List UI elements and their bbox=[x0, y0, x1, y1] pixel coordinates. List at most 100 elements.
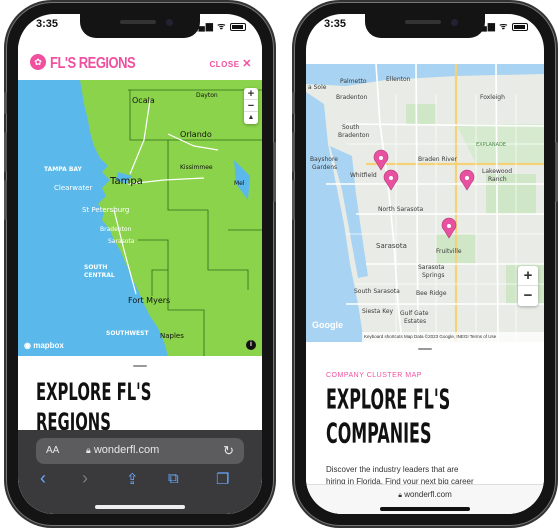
tabs-icon[interactable]: ❐ bbox=[216, 470, 229, 488]
volume-up-button bbox=[292, 132, 295, 172]
map-zoom-control: + − ▲ bbox=[244, 88, 258, 124]
map-label-fort-myers: Fort Myers bbox=[128, 296, 171, 305]
sheet-grab-handle[interactable] bbox=[418, 348, 432, 350]
volume-down-button bbox=[4, 180, 7, 220]
companies-title-line2: COMPANIES bbox=[326, 418, 432, 450]
map-label-ocala: Ocala bbox=[132, 96, 155, 105]
map-label-bayshore: Bayshore bbox=[310, 156, 338, 163]
notch bbox=[365, 14, 485, 38]
close-button[interactable]: CLOSE ✕ bbox=[209, 57, 252, 70]
description-line1: Discover the industry leaders that are bbox=[326, 465, 459, 474]
regions-title-line1: EXPLORE FL'S bbox=[36, 378, 152, 407]
regions-header: ✿ FL'S REGIONS CLOSE ✕ bbox=[18, 44, 262, 80]
map-label-bradenton: Bradenton bbox=[336, 94, 368, 101]
map-label-kissimmee: Kissimmee bbox=[180, 164, 213, 171]
zoom-in-button[interactable]: + bbox=[518, 266, 538, 286]
map-zoom-control: + − bbox=[518, 266, 538, 306]
companies-map[interactable]: Palmetto Ellenton a Sole Bradenton Foxle… bbox=[306, 64, 544, 342]
map-label-south-sarasota: South Sarasota bbox=[354, 288, 400, 295]
regions-map[interactable]: Ocala Dayton Orlando TAMPA BAY Tampa Cle… bbox=[18, 80, 262, 356]
text-size-button[interactable]: AA bbox=[46, 445, 59, 456]
lock-icon: 🔒︎ bbox=[86, 445, 91, 455]
zoom-out-button[interactable]: − bbox=[244, 100, 258, 112]
map-label-siesta-key: Siesta Key bbox=[362, 308, 394, 315]
companies-sheet: COMPANY CLUSTER MAP EXPLORE FL'S COMPANI… bbox=[306, 342, 544, 514]
map-label-clearwater: Clearwater bbox=[54, 184, 93, 192]
url-display: 🔒︎ wonderfl.com bbox=[86, 444, 160, 456]
map-label-estates: Estates bbox=[404, 318, 427, 325]
companies-title-line1: EXPLORE FL'S bbox=[326, 384, 451, 416]
map-label-orlando: Orlando bbox=[180, 130, 212, 139]
map-label-dayton: Dayton bbox=[196, 92, 218, 99]
map-label-braden-river: Braden River bbox=[418, 156, 458, 163]
map-label-south-1: South bbox=[342, 124, 360, 131]
mapbox-attribution[interactable]: ◉ mapbox bbox=[24, 341, 64, 350]
map-label-north-sarasota: North Sarasota bbox=[378, 206, 424, 213]
safari-toolbar: AA 🔒︎ wonderfl.com ↻ ‹ › ⇪ ⧉ ❐ bbox=[18, 430, 262, 514]
google-logo[interactable]: Google bbox=[312, 320, 343, 330]
map-label-st-petersburg: St Petersburg bbox=[82, 206, 130, 214]
bookmarks-icon[interactable]: ⧉ bbox=[168, 470, 179, 487]
map-label-foxleigh: Foxleigh bbox=[480, 94, 505, 101]
home-indicator bbox=[95, 505, 185, 509]
map-info-icon[interactable]: i bbox=[246, 340, 256, 350]
map-label-gulf-gate: Gulf Gate bbox=[400, 310, 429, 317]
map-label-springs: Springs bbox=[422, 272, 445, 279]
left-phone-frame: 3:35 ▂▄▆ ᯤ ✿ FL'S REGIONS CLOSE ✕ Ocala … bbox=[4, 2, 276, 526]
left-screen: 3:35 ▂▄▆ ᯤ ✿ FL'S REGIONS CLOSE ✕ Ocala … bbox=[18, 14, 262, 514]
volume-down-button bbox=[292, 180, 295, 220]
right-screen: 3:35 ▂▄▆ ᯤ Palmetto Ellenton a Sole Brad… bbox=[306, 14, 544, 514]
forward-icon[interactable]: › bbox=[82, 468, 88, 489]
map-label-lakewood: Lakewood bbox=[482, 168, 513, 175]
map-label-tampa: Tampa bbox=[110, 176, 143, 187]
map-label-tampa-bay: TAMPA BAY bbox=[44, 166, 82, 173]
safari-address-bar[interactable]: AA 🔒︎ wonderfl.com ↻ bbox=[36, 438, 244, 464]
map-labels: Ocala Dayton Orlando TAMPA BAY Tampa Cle… bbox=[18, 80, 262, 356]
map-labels: Palmetto Ellenton a Sole Bradenton Foxle… bbox=[306, 64, 544, 342]
power-button bbox=[273, 142, 276, 202]
map-label-bradenton-2: Bradenton bbox=[338, 132, 370, 139]
share-icon[interactable]: ⇪ bbox=[126, 470, 139, 488]
safari-nav-row: ‹ › ⇪ ⧉ ❐ bbox=[18, 468, 262, 490]
map-label-ellenton: Ellenton bbox=[386, 76, 411, 83]
map-label-fruitville: Fruitville bbox=[436, 248, 462, 255]
map-label-ranch: Ranch bbox=[488, 176, 507, 183]
map-label-central: CENTRAL bbox=[84, 272, 115, 279]
compass-icon[interactable]: ▲ bbox=[244, 112, 258, 124]
zoom-in-button[interactable]: + bbox=[244, 88, 258, 100]
battery-icon bbox=[512, 22, 528, 31]
map-label-bradenton: Bradenton bbox=[100, 226, 132, 233]
map-footer-attribution[interactable]: Keyboard shortcuts Map Data ©2023 Google… bbox=[362, 332, 544, 342]
map-label-a-sole: a Sole bbox=[308, 84, 327, 91]
back-icon[interactable]: ‹ bbox=[40, 468, 46, 489]
map-label-palmetto: Palmetto bbox=[340, 78, 367, 85]
site-logo[interactable]: ✿ FL'S REGIONS bbox=[30, 53, 136, 71]
mute-switch bbox=[292, 92, 295, 114]
lock-icon: 🔒︎ bbox=[398, 492, 402, 499]
map-label-sarasota: Sarasota bbox=[376, 242, 407, 250]
map-label-southwest: SOUTHWEST bbox=[106, 330, 149, 337]
zoom-out-button[interactable]: − bbox=[518, 286, 538, 306]
reload-icon[interactable]: ↻ bbox=[223, 443, 234, 459]
safari-compact-bar[interactable]: 🔒︎ wonderfl.com bbox=[306, 484, 544, 514]
section-eyebrow: COMPANY CLUSTER MAP bbox=[326, 372, 422, 379]
map-label-south: SOUTH bbox=[84, 264, 108, 271]
map-label-naples: Naples bbox=[160, 332, 184, 340]
url-display: 🔒︎ wonderfl.com bbox=[398, 490, 452, 499]
map-label-bee-ridge: Bee Ridge bbox=[416, 290, 447, 297]
map-label-sarasota: Sarasota bbox=[108, 238, 135, 245]
logo-text: FL'S REGIONS bbox=[50, 53, 136, 71]
battery-icon bbox=[230, 22, 246, 31]
mute-switch bbox=[4, 92, 7, 114]
map-label-explanade: EXPLANADE bbox=[476, 142, 507, 148]
right-phone-frame: 3:35 ▂▄▆ ᯤ Palmetto Ellenton a Sole Brad… bbox=[292, 2, 558, 526]
logo-mark-icon: ✿ bbox=[30, 54, 46, 70]
volume-up-button bbox=[4, 132, 7, 172]
map-label-mel: Mel bbox=[234, 180, 245, 187]
map-label-whitfield: Whitfield bbox=[350, 172, 377, 179]
map-label-sarasota-2: Sarasota bbox=[418, 264, 445, 271]
notch bbox=[80, 14, 200, 38]
sheet-grab-handle[interactable] bbox=[133, 365, 147, 367]
close-icon: ✕ bbox=[242, 58, 252, 70]
status-time: 3:35 bbox=[36, 18, 59, 30]
